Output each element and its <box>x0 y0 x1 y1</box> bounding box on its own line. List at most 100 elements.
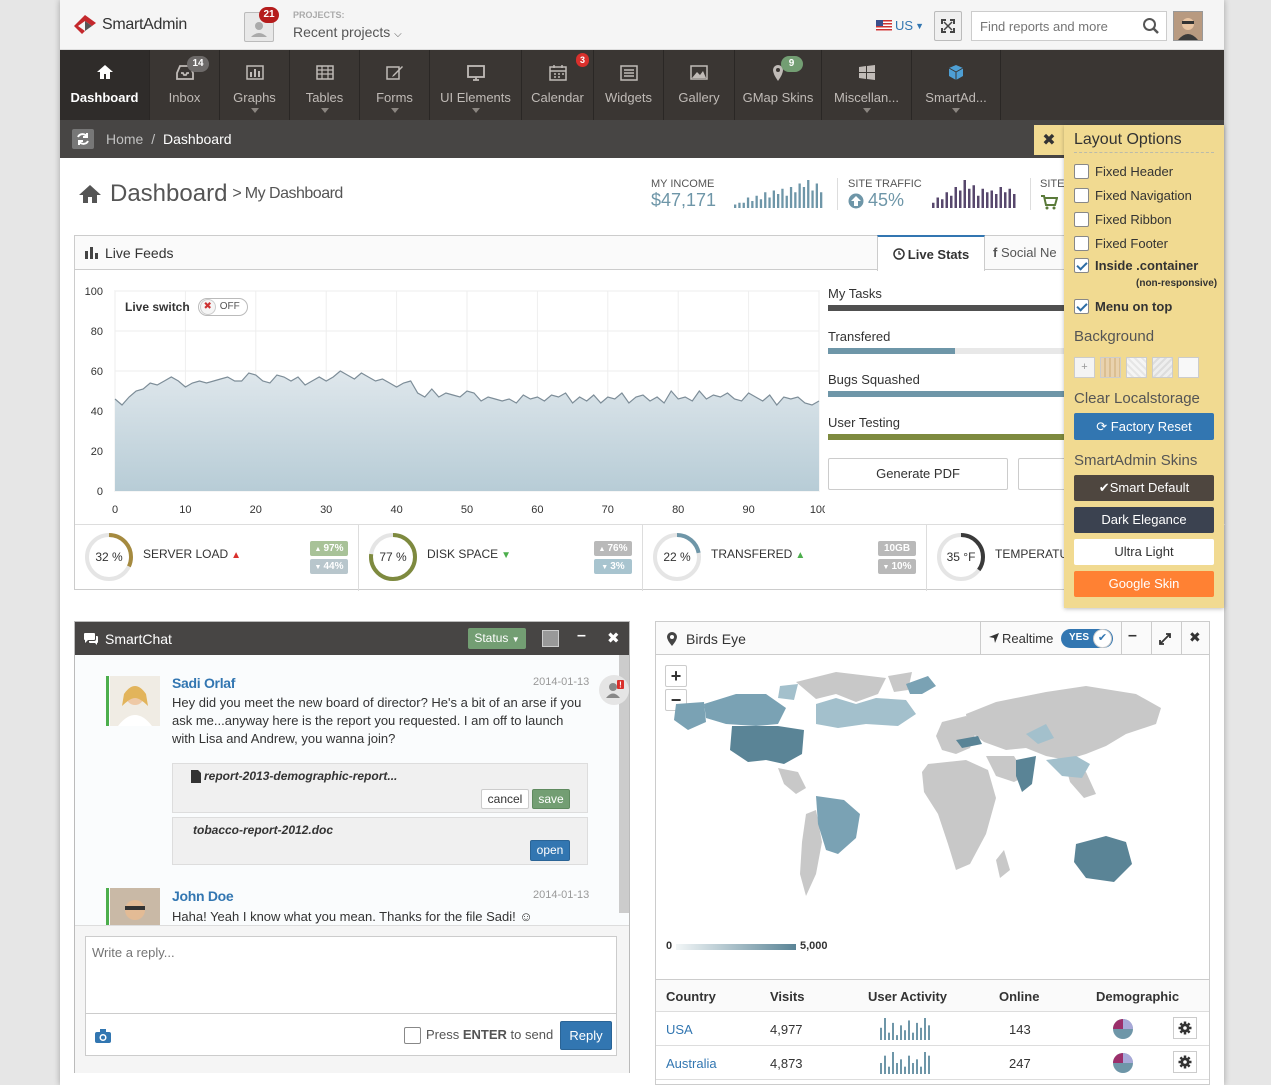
world-map[interactable] <box>666 664 1176 924</box>
message-author[interactable]: John Doe <box>172 888 234 904</box>
bg-swatch-wood[interactable] <box>1100 357 1121 378</box>
visits-value: 4,977 <box>770 1022 803 1037</box>
nav-item-miscellan[interactable]: Miscellan... <box>822 50 912 120</box>
chart-x-tick-label: 50 <box>461 504 473 516</box>
realtime-toggle[interactable]: YES ✔ <box>1061 629 1113 648</box>
search-icon[interactable] <box>1142 17 1160 35</box>
nav-item-gallery[interactable]: Gallery <box>664 50 735 120</box>
nav-item-calendar[interactable]: Calendar 3 <box>522 50 594 120</box>
skin-button[interactable]: ✔Smart Default <box>1074 475 1214 501</box>
layout-option-checkbox[interactable] <box>1074 258 1089 273</box>
reply-toolbar: Press ENTER to send Reply <box>85 1014 617 1056</box>
sparkline-bar <box>941 199 944 208</box>
layout-option-label: Fixed Header <box>1095 164 1174 179</box>
live-switch-toggle[interactable]: ✖ OFF <box>197 298 248 316</box>
expand-icon[interactable] <box>1159 633 1171 645</box>
close-icon[interactable]: ✖ <box>607 629 620 647</box>
nav-item-ui-elements[interactable]: UI Elements <box>430 50 522 120</box>
nav-item-inbox[interactable]: Inbox 14 <box>150 50 220 120</box>
nav-item-smartad[interactable]: SmartAd... <box>912 50 1001 120</box>
refresh-icon: ⟳ <box>1096 419 1108 434</box>
sparkline-bar <box>802 187 806 208</box>
skin-button[interactable]: Ultra Light <box>1074 539 1214 565</box>
activity-sparkline <box>880 1018 930 1040</box>
reply-button[interactable]: Reply <box>560 1021 612 1050</box>
layout-option[interactable]: Fixed Navigation <box>1074 188 1192 203</box>
nav-item-widgets[interactable]: Widgets <box>594 50 664 120</box>
refresh-button[interactable] <box>72 129 94 149</box>
minimize-icon[interactable]: – <box>1128 627 1137 645</box>
factory-reset-button[interactable]: ⟳ Factory Reset <box>1074 413 1214 440</box>
layout-option[interactable]: Fixed Footer <box>1074 236 1168 251</box>
sparkline-bar <box>785 195 788 208</box>
layout-option-checkbox[interactable] <box>1074 212 1089 227</box>
bg-swatch-diagonal[interactable] <box>1152 357 1173 378</box>
tab-social-network[interactable]: f Social Ne <box>993 245 1057 260</box>
column-header-visits[interactable]: Visits <box>770 989 804 1004</box>
generate-pdf-button[interactable]: Generate PDF <box>828 458 1008 490</box>
layout-option-checkbox[interactable] <box>1074 236 1089 251</box>
enter-to-send-checkbox[interactable] <box>404 1027 421 1045</box>
nav-item-tables[interactable]: Tables <box>290 50 360 120</box>
status-dropdown[interactable]: Status ▼ <box>468 628 526 649</box>
bg-swatch-plain[interactable] <box>1178 357 1199 378</box>
open-button[interactable]: open <box>530 840 570 861</box>
camera-icon[interactable] <box>94 1028 112 1044</box>
projects-avatar-button[interactable]: 21 <box>244 7 279 42</box>
nav-item-graphs[interactable]: Graphs <box>220 50 290 120</box>
column-header-country[interactable]: Country <box>666 989 716 1004</box>
settings-button[interactable] <box>1173 1017 1197 1039</box>
message-author[interactable]: Sadi Orlaf <box>172 675 235 691</box>
minimize-icon[interactable]: – <box>577 627 586 645</box>
nav-item-dashboard[interactable]: Dashboard <box>60 50 150 120</box>
sparkline-bar <box>990 190 993 208</box>
cancel-button[interactable]: cancel <box>481 789 529 809</box>
column-header-demographic[interactable]: Demographic <box>1096 989 1179 1004</box>
nav-item-gmap-skins[interactable]: GMap Skins 9 <box>735 50 822 120</box>
background-title: Background <box>1074 328 1155 345</box>
bg-swatch-plus[interactable]: + <box>1074 357 1095 378</box>
skin-button[interactable]: Google Skin <box>1074 571 1214 597</box>
nav-item-forms[interactable]: Forms <box>360 50 430 120</box>
logo[interactable]: SmartAdmin <box>72 12 187 38</box>
user-avatar[interactable] <box>1173 11 1203 41</box>
layout-option-checkbox[interactable] <box>1074 164 1089 179</box>
layout-option[interactable]: Menu on top <box>1074 299 1172 314</box>
switch-state: OFF <box>219 301 240 312</box>
layout-option[interactable]: Fixed Header <box>1074 164 1173 179</box>
breadcrumb-home[interactable]: Home <box>106 131 143 147</box>
chart-x-tick-label: 0 <box>112 504 118 516</box>
fullscreen-button[interactable] <box>934 11 962 41</box>
nav-item-label: Gallery <box>678 90 720 105</box>
country-link[interactable]: USA <box>666 1022 693 1037</box>
file-name[interactable]: report-2013-demographic-report... <box>204 769 397 783</box>
us-flag-icon <box>876 20 892 31</box>
sparkline-bar <box>781 188 784 208</box>
bg-swatch-pattern[interactable] <box>1126 357 1147 378</box>
search-box[interactable] <box>971 11 1167 41</box>
column-header-activity[interactable]: User Activity <box>868 989 947 1004</box>
tab-live-stats[interactable]: Live Stats <box>877 235 985 271</box>
country-link[interactable]: Australia <box>666 1056 717 1071</box>
close-icon[interactable]: ✖ <box>1189 629 1201 646</box>
settings-button[interactable] <box>1173 1051 1197 1073</box>
skin-button[interactable]: Dark Elegance <box>1074 507 1214 533</box>
layout-options-toggle[interactable]: ✖ <box>1034 125 1064 155</box>
color-picker-button[interactable] <box>542 630 559 647</box>
enter-word: ENTER <box>462 1027 507 1042</box>
sparkline-bar <box>755 195 758 208</box>
save-button[interactable]: save <box>532 789 570 809</box>
reply-textarea[interactable] <box>85 936 617 1014</box>
layout-option-checkbox[interactable] <box>1074 299 1089 314</box>
gauge-trend-badge: ▲ 76% <box>594 541 632 556</box>
search-input[interactable] <box>972 12 1132 40</box>
layout-option[interactable]: Inside .container <box>1074 258 1198 273</box>
layout-option[interactable]: Fixed Ribbon <box>1074 212 1172 227</box>
file-name[interactable]: tobacco-report-2012.doc <box>193 823 333 837</box>
language-selector[interactable]: US ▼ <box>876 18 924 33</box>
layout-option-checkbox[interactable] <box>1074 188 1089 203</box>
column-header-online[interactable]: Online <box>999 989 1039 1004</box>
projects-dropdown[interactable]: Recent projects ⌵ <box>293 24 402 40</box>
progress-bar <box>828 348 1064 354</box>
progress-fill <box>828 434 1064 440</box>
